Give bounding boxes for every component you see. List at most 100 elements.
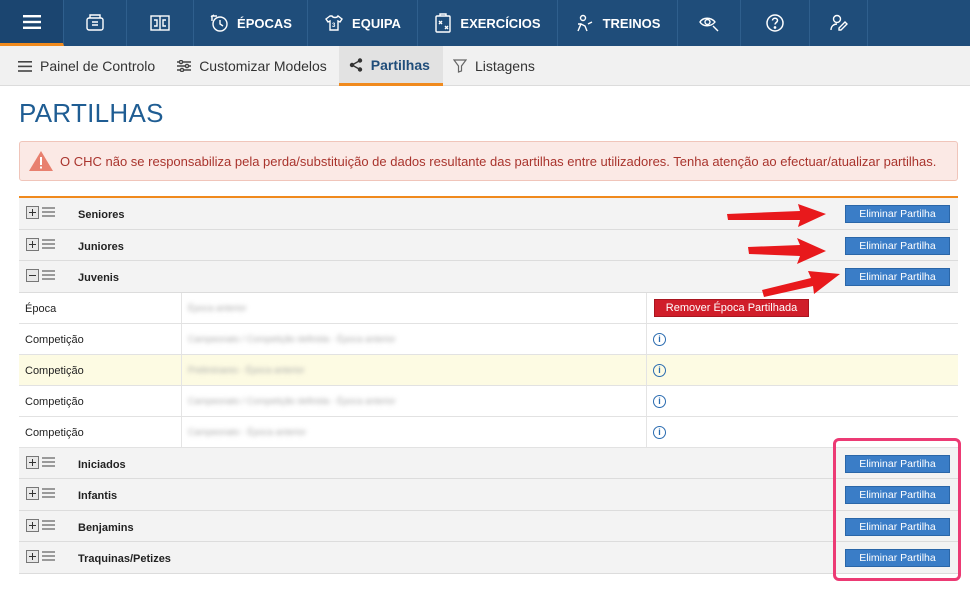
nav-user-button[interactable] (810, 0, 868, 46)
row-label: Competição (25, 395, 84, 408)
share-group-name: Juvenis (78, 272, 119, 284)
share-group-row: Juniores Eliminar Partilha (19, 229, 958, 261)
row-value: Preliminares - Época anterior (181, 354, 647, 385)
delete-share-button[interactable]: Eliminar Partilha (845, 268, 950, 286)
nav-field-button[interactable] (127, 0, 194, 46)
expand-icon[interactable] (26, 206, 39, 219)
drag-handle-icon[interactable] (42, 238, 55, 249)
delete-share-button[interactable]: Eliminar Partilha (845, 236, 950, 255)
share-group-row: Iniciados Eliminar Partilha (19, 447, 958, 479)
remove-shared-season-button[interactable]: Remover Época Partilhada (654, 298, 809, 317)
nav-scouting-button[interactable] (678, 0, 741, 46)
tab-control-panel-label: Painel de Controlo (40, 58, 156, 74)
share-group-row: Traquinas/Petizes Eliminar Partilha (19, 542, 958, 574)
tab-control-panel[interactable]: Painel de Controlo (0, 46, 167, 86)
competition-row: Competição Preliminares - Época anterior… (19, 354, 958, 386)
nav-help-button[interactable] (741, 0, 810, 46)
expand-icon[interactable] (26, 550, 39, 563)
drag-handle-icon[interactable] (42, 519, 55, 530)
row-value: Campeonato / Competição definida - Época… (181, 385, 647, 416)
competition-row: Competição Campeonato / Competição defin… (19, 385, 958, 417)
tab-shares[interactable]: Partilhas (338, 46, 443, 86)
filter-icon (452, 59, 467, 73)
field-icon (150, 15, 170, 31)
competition-row: Competição Campeonato / Competição defin… (19, 323, 958, 355)
tab-customize-models-label: Customizar Modelos (199, 58, 327, 74)
row-value-text: Campeonato / Competição definida - Época… (188, 333, 396, 344)
row-value: Campeonato - Época anterior (181, 416, 647, 447)
expand-icon[interactable] (26, 487, 39, 500)
nav-seasons-button[interactable]: ÉPOCAS (194, 0, 308, 46)
share-group-name: Infantis (78, 490, 118, 502)
nav-exercises-label: EXERCÍCIOS (460, 15, 541, 31)
page-title: PARTILHAS (19, 98, 164, 128)
expand-icon[interactable] (26, 237, 39, 251)
share-group-name: Juniores (78, 240, 124, 253)
drag-handle-icon[interactable] (42, 488, 55, 498)
share-group-row: Infantis Eliminar Partilha (19, 479, 958, 511)
season-row: Época Época anterior Remover Época Parti… (19, 292, 958, 324)
list-icon (18, 60, 32, 72)
share-group-row: Seniores Eliminar Partilha (19, 198, 958, 230)
row-label: Competição (25, 426, 84, 439)
nav-exercises-button[interactable]: EXERCÍCIOS (418, 0, 558, 46)
tab-listings[interactable]: Listagens (443, 46, 547, 86)
nav-menu-button[interactable] (0, 0, 64, 46)
warning-text: O CHC não se responsabiliza pela perda/s… (60, 153, 937, 169)
menu-icon (22, 14, 41, 29)
club-icon (86, 14, 104, 31)
scouting-icon (699, 17, 719, 32)
drag-handle-icon[interactable] (42, 551, 55, 561)
drag-handle-icon[interactable] (42, 207, 55, 217)
user-icon (829, 14, 848, 31)
nav-trainings-button[interactable]: TREINOS (558, 0, 678, 46)
row-label: Época (25, 302, 57, 315)
seasons-icon (210, 14, 228, 32)
warning-alert: O CHC não se responsabiliza pela perda/s… (19, 141, 958, 181)
row-value-text: Campeonato / Competição definida - Época… (188, 395, 396, 406)
share-group-name: Seniores (78, 209, 125, 221)
share-group-name: Benjamins (78, 521, 134, 534)
drag-handle-icon[interactable] (42, 270, 55, 280)
help-icon (766, 14, 784, 32)
row-value-text: Preliminares - Época anterior (188, 364, 305, 375)
delete-share-button[interactable]: Eliminar Partilha (845, 205, 950, 223)
shares-list: Seniores Eliminar Partilha Juniores Elim… (19, 196, 958, 574)
share-group-row: Juvenis Eliminar Partilha (19, 261, 958, 293)
share-icon (349, 57, 362, 72)
nav-team-label: EQUIPA (352, 15, 401, 31)
tab-shares-label: Partilhas (370, 56, 430, 73)
trainings-icon (576, 14, 592, 32)
annotation-highlight-box (833, 438, 961, 581)
sliders-icon (177, 60, 192, 72)
nav-seasons-label: ÉPOCAS (237, 15, 292, 31)
collapse-icon[interactable] (26, 269, 39, 282)
row-value-text: Campeonato - Época anterior (188, 426, 307, 437)
nav-trainings-label: TREINOS (602, 15, 661, 31)
row-label: Competição (25, 333, 84, 346)
tab-customize-models[interactable]: Customizar Modelos (167, 46, 339, 86)
info-icon[interactable]: i (653, 394, 666, 408)
info-icon[interactable]: i (653, 332, 666, 346)
share-group-row: Benjamins Eliminar Partilha (19, 510, 958, 542)
top-navigation: ÉPOCAS 3 EQUIPA EXERCÍCIOS TREINOS (0, 0, 970, 46)
nav-club-button[interactable] (64, 0, 127, 46)
expand-icon[interactable] (26, 518, 39, 532)
sub-navigation: Painel de Controlo Customizar Modelos Pa… (0, 46, 970, 86)
warning-icon (29, 151, 53, 171)
row-value-text: Época anterior (188, 302, 247, 313)
row-value: Campeonato / Competição definida - Época… (181, 323, 647, 354)
row-label: Competição (25, 364, 84, 377)
drag-handle-icon[interactable] (42, 456, 55, 467)
info-icon[interactable]: i (653, 363, 666, 377)
tab-listings-label: Listagens (474, 58, 535, 74)
expand-icon[interactable] (26, 455, 39, 469)
competition-row: Competição Campeonato - Época anterior i (19, 416, 958, 448)
info-icon[interactable]: i (653, 425, 666, 439)
exercises-icon (435, 13, 452, 33)
svg-text:3: 3 (332, 23, 336, 29)
share-group-name: Iniciados (78, 458, 126, 471)
share-group-name: Traquinas/Petizes (78, 553, 171, 565)
row-value: Época anterior (181, 292, 647, 323)
nav-team-button[interactable]: 3 EQUIPA (308, 0, 418, 46)
